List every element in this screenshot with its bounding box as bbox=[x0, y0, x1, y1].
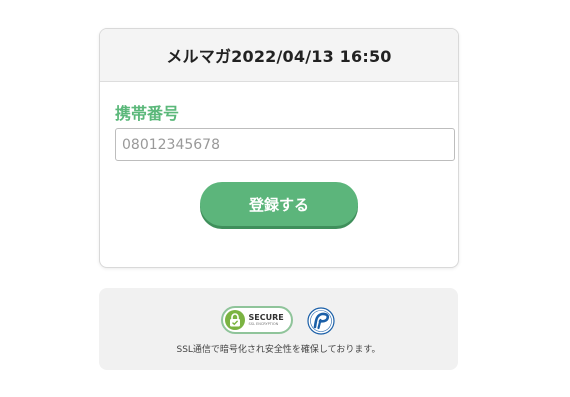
ssl-notice-text: SSL通信で暗号化され安全性を確保しております。 bbox=[176, 345, 381, 355]
seal-main-text: SECURE bbox=[248, 312, 284, 322]
privacy-mark-icon bbox=[306, 307, 335, 335]
phone-number-input[interactable] bbox=[115, 128, 455, 161]
security-panel: SECURE SSL ENCRYPTION SSL通信で暗号化され安全性を確保し… bbox=[99, 288, 458, 370]
lock-check-icon bbox=[224, 310, 245, 330]
newsletter-title: メルマガ2022/04/13 16:50 bbox=[166, 47, 392, 66]
card-header: メルマガ2022/04/13 16:50 bbox=[100, 29, 458, 82]
ssl-secure-seal: SECURE SSL ENCRYPTION bbox=[220, 306, 293, 334]
phone-number-label: 携帯番号 bbox=[115, 104, 180, 123]
security-badges: SECURE SSL ENCRYPTION bbox=[99, 304, 458, 336]
registration-card: メルマガ2022/04/13 16:50 携帯番号 登録する bbox=[99, 28, 459, 268]
register-button[interactable]: 登録する bbox=[200, 182, 358, 226]
seal-sub-text: SSL ENCRYPTION bbox=[248, 321, 279, 326]
